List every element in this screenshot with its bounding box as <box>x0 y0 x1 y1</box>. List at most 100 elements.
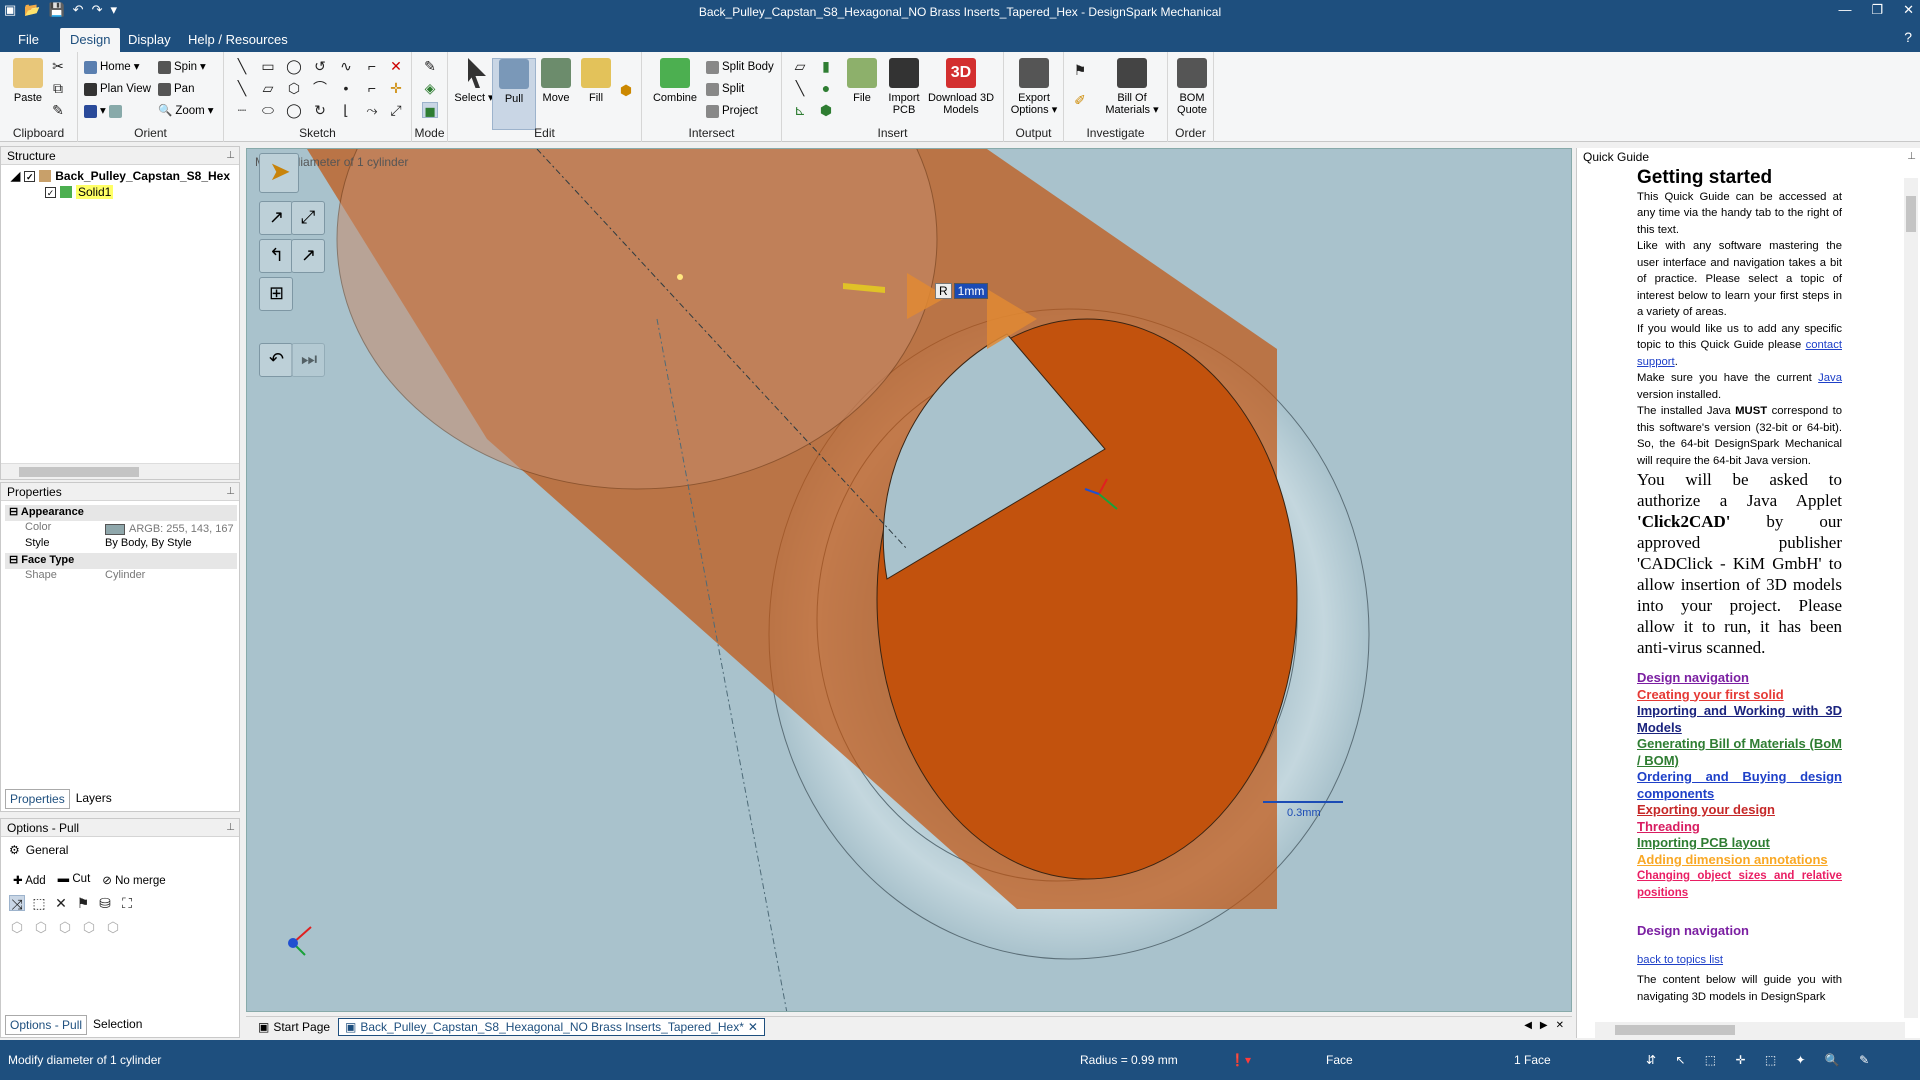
split-button[interactable]: Split <box>706 80 744 98</box>
pivot-edge-button[interactable]: ↰ <box>259 239 293 273</box>
tab-options-pull[interactable]: Options - Pull <box>5 1015 88 1035</box>
minimize-icon[interactable]: — <box>1838 2 1851 18</box>
three-point-circle-icon[interactable]: ◯ <box>286 102 302 118</box>
skip-button[interactable]: ⏭ <box>291 343 325 377</box>
complete-button[interactable]: ↶ <box>259 343 293 377</box>
trim-tool-icon[interactable]: ✕ <box>388 58 404 74</box>
tree-root[interactable]: ◢ ✓ Back_Pulley_Capstan_S8_Hex <box>11 169 230 183</box>
pin-icon[interactable]: ⊥ <box>226 147 235 165</box>
select-button[interactable]: Select ▾ <box>452 58 496 104</box>
ellipse-tool-icon[interactable]: ⬭ <box>260 102 276 118</box>
scrollbar-thumb[interactable] <box>1906 196 1916 232</box>
rectangle-tool-icon[interactable]: ▭ <box>260 58 276 74</box>
topic-link[interactable]: Threading <box>1637 819 1842 836</box>
tab-layers[interactable]: Layers <box>70 789 118 809</box>
pin-icon[interactable]: ⊥ <box>226 483 235 501</box>
axis-icon[interactable]: ╲ <box>792 80 808 96</box>
project-curve-icon[interactable]: ✛ <box>388 80 404 96</box>
polygon-tool-icon[interactable]: ⬡ <box>286 80 302 96</box>
pull-both-button[interactable]: ⤢ <box>291 201 325 235</box>
tab-nav[interactable]: ◀ ▶ ✕ <box>1524 1020 1564 1031</box>
java-link[interactable]: Java <box>1818 372 1842 384</box>
tab-properties[interactable]: Properties <box>5 789 70 809</box>
combine-button[interactable]: Combine <box>650 58 700 104</box>
scrollbar-thumb[interactable] <box>1615 1025 1735 1035</box>
vertical-scrollbar[interactable] <box>1904 178 1918 1018</box>
construction-line-icon[interactable]: ┈ <box>234 102 250 118</box>
scrollbar-thumb[interactable] <box>19 467 139 477</box>
check-geometry-icon[interactable]: ✐ <box>1072 92 1088 108</box>
scale-curve-icon[interactable]: ⤢ <box>388 102 404 118</box>
tab-left-icon[interactable]: ◀ <box>1524 1020 1532 1031</box>
pivot-icon[interactable]: ✕ <box>53 895 69 911</box>
dimension-input[interactable]: R 1mm <box>935 283 989 299</box>
tab-selection[interactable]: Selection <box>87 1015 148 1035</box>
3d-mode-icon[interactable]: ◼ <box>422 102 438 119</box>
export-options-button[interactable]: Export Options ▾ <box>1010 58 1058 116</box>
corner-tool-icon[interactable]: ⌐ <box>364 58 380 74</box>
topic-link[interactable]: Creating your first solid <box>1637 687 1842 704</box>
sweep-arc-icon[interactable]: ⌒ <box>312 80 328 96</box>
offset-curve-icon[interactable]: ⌐ <box>364 80 380 96</box>
split-body-button[interactable]: Split Body <box>706 58 774 76</box>
bend-tool-icon[interactable]: ⤳ <box>364 102 380 118</box>
dim-value[interactable]: 1mm <box>953 283 989 299</box>
fill-button[interactable]: Fill <box>574 58 618 104</box>
pull-option-icon[interactable]: ⤨ <box>9 895 25 912</box>
cut-option[interactable]: ▬ Cut <box>58 873 91 887</box>
add-option[interactable]: ✚ Add <box>13 873 46 887</box>
topic-link[interactable]: Importing PCB layout <box>1637 835 1842 852</box>
fillet-tool-icon[interactable]: ⌊ <box>338 102 354 118</box>
plane-icon[interactable]: ▱ <box>792 58 808 74</box>
tab-file[interactable]: File <box>8 28 49 52</box>
tab-right-icon[interactable]: ▶ <box>1540 1020 1548 1031</box>
topic-link[interactable]: Importing and Working with 3D Models <box>1637 703 1842 736</box>
pin-icon[interactable]: ⊥ <box>226 819 235 837</box>
up-to-icon[interactable]: ⬚ <box>31 895 47 911</box>
prop-row-style[interactable]: Style By Body, By Style <box>5 537 237 553</box>
circle-tool-icon[interactable]: ◯ <box>286 58 302 74</box>
import-pcb-button[interactable]: Import PCB <box>882 58 926 116</box>
error-icon[interactable]: ❗▾ <box>1230 1053 1251 1067</box>
topic-link[interactable]: Adding dimension annotations <box>1637 852 1842 869</box>
tab-document[interactable]: ▣ Back_Pulley_Capstan_S8_Hexagonal_NO Bra… <box>338 1018 765 1036</box>
3d-viewport[interactable]: Modify diameter of 1 cylinder R 1mm ➤ ↗ … <box>246 148 1572 1012</box>
pin-icon[interactable]: ⊥ <box>1907 148 1916 166</box>
plan-view-button[interactable]: Plan View <box>84 80 151 98</box>
tangent-line-icon[interactable]: ╲ <box>234 80 250 96</box>
topic-link[interactable]: Ordering and Buying design components <box>1637 769 1842 802</box>
line-tool-icon[interactable]: ╲ <box>234 58 250 74</box>
anchor-point[interactable] <box>677 274 683 280</box>
view-style-button[interactable]: ▾ <box>84 102 122 120</box>
cylinder-icon[interactable]: ▮ <box>818 58 834 74</box>
blend-icon[interactable]: ⬢ <box>618 82 634 98</box>
checkbox[interactable]: ✓ <box>24 170 36 182</box>
color-swatch[interactable] <box>105 523 125 535</box>
point-tool-icon[interactable]: • <box>338 80 354 96</box>
home-button[interactable]: Home ▾ <box>84 58 139 76</box>
zoom-button[interactable]: 🔍 Zoom ▾ <box>158 102 214 120</box>
back-to-topics-link[interactable]: back to topics list <box>1637 952 1842 969</box>
horizontal-scrollbar[interactable] <box>1 463 239 479</box>
restore-icon[interactable]: ❐ <box>1871 2 1883 18</box>
origin-icon[interactable]: ⊾ <box>792 102 808 118</box>
model-canvas[interactable] <box>247 149 1572 1012</box>
copy-icon[interactable]: ⧉ <box>50 80 66 96</box>
both-sides-icon[interactable]: ⛶ <box>119 895 135 911</box>
tab-help-resources[interactable]: Help / Resources <box>178 28 298 52</box>
tab-start-page[interactable]: ▣ Start Page <box>252 1019 336 1035</box>
section-face-type[interactable]: ⊟ Face Type <box>5 553 237 569</box>
options-general-header[interactable]: ⚙ General <box>9 843 68 857</box>
tree-item-solid1[interactable]: ✓ Solid1 <box>45 185 114 199</box>
ruler-dimension-button[interactable]: ⊞ <box>259 277 293 311</box>
up-to-button[interactable]: ↗ <box>291 239 325 273</box>
measure-icon[interactable]: ⚑ <box>1072 62 1088 78</box>
no-merge-option[interactable]: ⊘ No merge <box>102 873 165 887</box>
spline-tool-icon[interactable]: ∿ <box>338 58 354 74</box>
arc-tool-icon[interactable]: ↺ <box>312 58 328 74</box>
close-icon[interactable]: ✕ <box>1903 2 1914 18</box>
bill-of-materials-button[interactable]: Bill Of Materials ▾ <box>1104 58 1160 116</box>
pan-button[interactable]: Pan <box>158 80 194 98</box>
topic-link[interactable]: Exporting your design <box>1637 802 1842 819</box>
pull-button[interactable]: Pull <box>492 58 536 130</box>
